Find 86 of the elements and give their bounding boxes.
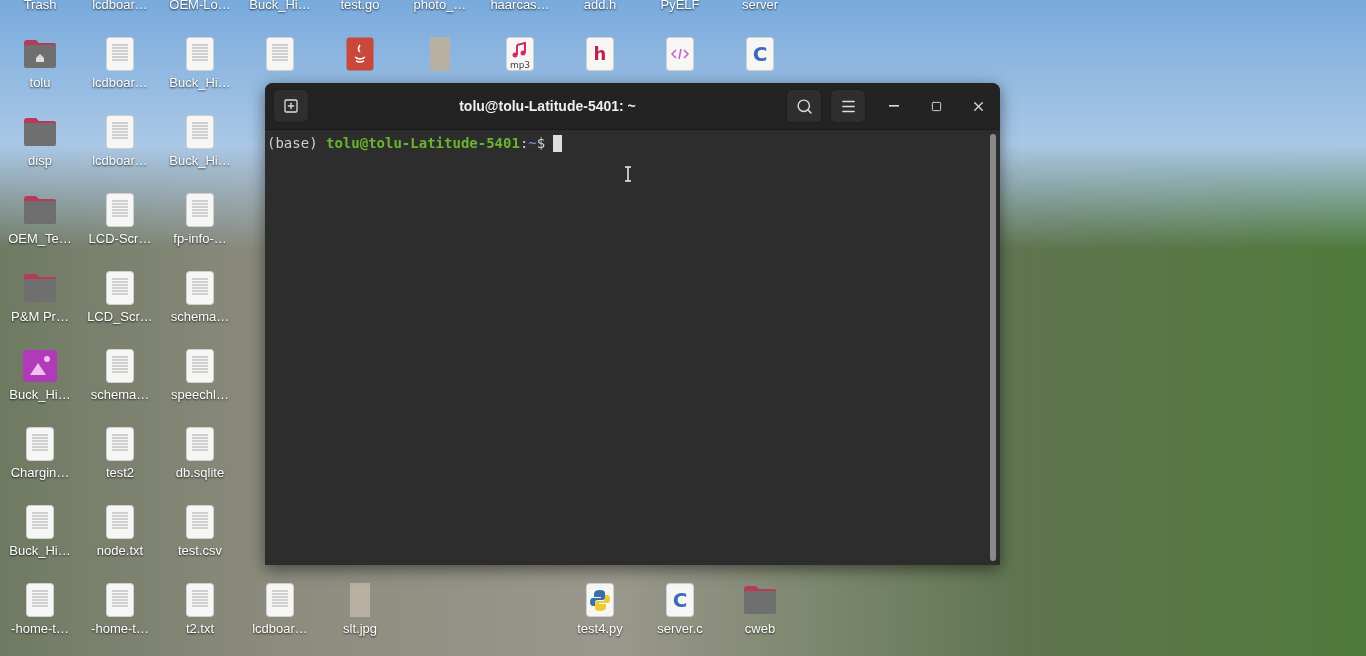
desktop-icon-label[interactable]: Buck_Hi… (9, 543, 71, 559)
desktop-icon-label[interactable]: OEM_Te… (8, 231, 72, 247)
document-icon (26, 427, 54, 461)
music-file-icon: mp3 (506, 37, 534, 71)
python-file-icon (586, 583, 614, 617)
desktop-icon-label[interactable]: server (741, 0, 779, 13)
desktop-icon-label[interactable]: lcdboar… (92, 0, 148, 13)
desktop-icon-label[interactable]: PyELF (660, 0, 700, 13)
desktop-icon-label[interactable]: haarcas… (490, 0, 550, 13)
document-icon (106, 583, 134, 617)
desktop-icon-label[interactable]: speechl… (171, 387, 229, 403)
desktop-icon-label[interactable]: schema… (90, 387, 150, 403)
desktop-icon-label[interactable]: LCD_Scr… (87, 309, 153, 325)
desktop-icon-label[interactable]: db.sqlite (175, 465, 225, 481)
prompt-line: (base) tolu@tolu-Latitude-5401:~$ (267, 135, 563, 152)
desktop-icon-label[interactable]: t2.txt (185, 621, 215, 637)
desktop-icon-label[interactable]: tolu (29, 75, 51, 91)
desktop-icon-label[interactable]: Buck_Hi… (169, 153, 231, 169)
document-icon (106, 193, 134, 227)
desktop-icon-label[interactable]: disp (28, 153, 52, 169)
desktop-icon-label[interactable]: -home-t… (91, 621, 149, 637)
desktop-icon-label[interactable]: add.h (583, 0, 617, 13)
desktop-icon-label[interactable]: schema… (170, 309, 230, 325)
document-icon (266, 583, 294, 617)
document-icon (106, 427, 134, 461)
menu-button[interactable] (830, 89, 866, 123)
search-button[interactable] (786, 89, 822, 123)
photo-placeholder (430, 37, 450, 71)
c-file-icon: C (746, 37, 774, 71)
desktop-icon-label[interactable]: test2 (105, 465, 135, 481)
header-file-icon: h (586, 37, 614, 71)
desktop-icon-label[interactable]: Buck_Hi… (249, 0, 311, 13)
desktop-icon-label[interactable]: Buck_Hi… (9, 387, 71, 403)
document-icon (186, 583, 214, 617)
document-icon (186, 37, 214, 71)
document-icon (106, 505, 134, 539)
desktop-icon-label[interactable]: OEM-Lo… (169, 0, 231, 13)
document-icon (26, 505, 54, 539)
desktop-icon-label[interactable]: lcdboar… (252, 621, 308, 637)
document-icon (106, 37, 134, 71)
folder-icon (23, 117, 57, 147)
desktop-icon-label[interactable]: server.c (657, 621, 703, 637)
desktop-icon-label[interactable]: slt.jpg (343, 621, 377, 637)
document-icon (106, 115, 134, 149)
desktop-icon-label[interactable]: fp-info-… (173, 231, 227, 247)
desktop-icon-label[interactable]: Buck_Hi… (169, 75, 231, 91)
document-icon (186, 427, 214, 461)
document-icon (186, 505, 214, 539)
search-icon (795, 97, 813, 115)
desktop-icon-label[interactable]: node.txt (96, 543, 144, 559)
desktop-icon-label[interactable]: cweb (744, 621, 776, 637)
image-file-icon (23, 350, 57, 382)
document-icon (186, 115, 214, 149)
text-cursor-icon (624, 166, 632, 182)
document-icon (106, 349, 134, 383)
photo-placeholder (350, 583, 370, 617)
desktop-icon-label[interactable]: Trash (23, 0, 57, 13)
document-icon (186, 349, 214, 383)
document-icon (26, 583, 54, 617)
folder-icon (743, 585, 777, 615)
desktop-icon-label[interactable]: P&M Pr… (11, 309, 69, 325)
c-file-icon: C (666, 583, 694, 617)
desktop-icon-label[interactable]: lcdboar… (92, 75, 148, 91)
window-title: tolu@tolu-Latitude-5401: ~ (458, 98, 637, 114)
document-icon (186, 271, 214, 305)
desktop-icon-label[interactable]: test.csv (177, 543, 223, 559)
plus-square-icon (283, 98, 299, 114)
code-file-icon (666, 37, 694, 71)
scrollbar[interactable] (990, 134, 996, 561)
folder-icon (23, 195, 57, 225)
desktop-icon-label[interactable]: test.go (340, 0, 380, 13)
minimize-icon (889, 105, 899, 107)
document-icon (186, 193, 214, 227)
document-icon (266, 37, 294, 71)
desktop-icon-label[interactable]: test4.py (577, 621, 623, 637)
desktop-icon-label[interactable]: Chargin… (10, 465, 70, 481)
desktop-icon-label[interactable]: lcdboar… (92, 153, 148, 169)
desktop-icon-label[interactable]: -home-t… (11, 621, 69, 637)
desktop-icon-label[interactable]: LCD-Scr… (88, 231, 152, 247)
folder-icon (23, 273, 57, 303)
java-file-icon (346, 37, 374, 71)
maximize-icon (930, 100, 942, 112)
document-icon (106, 271, 134, 305)
home-folder-icon (23, 39, 57, 69)
new-tab-button[interactable] (273, 89, 309, 123)
desktop-icon-label[interactable]: photo_… (413, 0, 467, 13)
